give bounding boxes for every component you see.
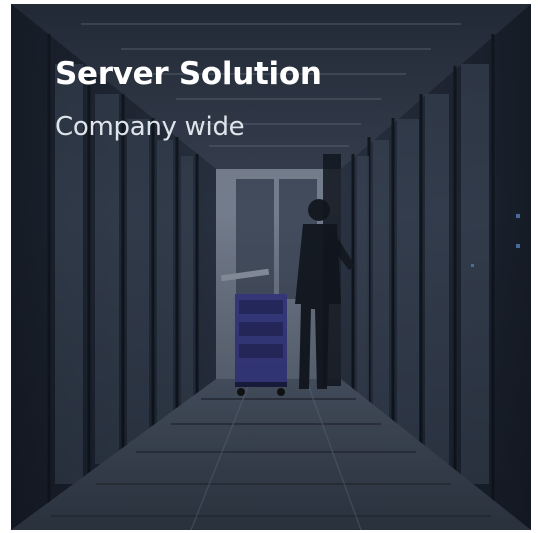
solution-card[interactable]: Server Solution Company wide <box>11 4 531 530</box>
card-subtitle: Company wide <box>55 112 245 142</box>
card-title: Server Solution <box>55 56 322 92</box>
